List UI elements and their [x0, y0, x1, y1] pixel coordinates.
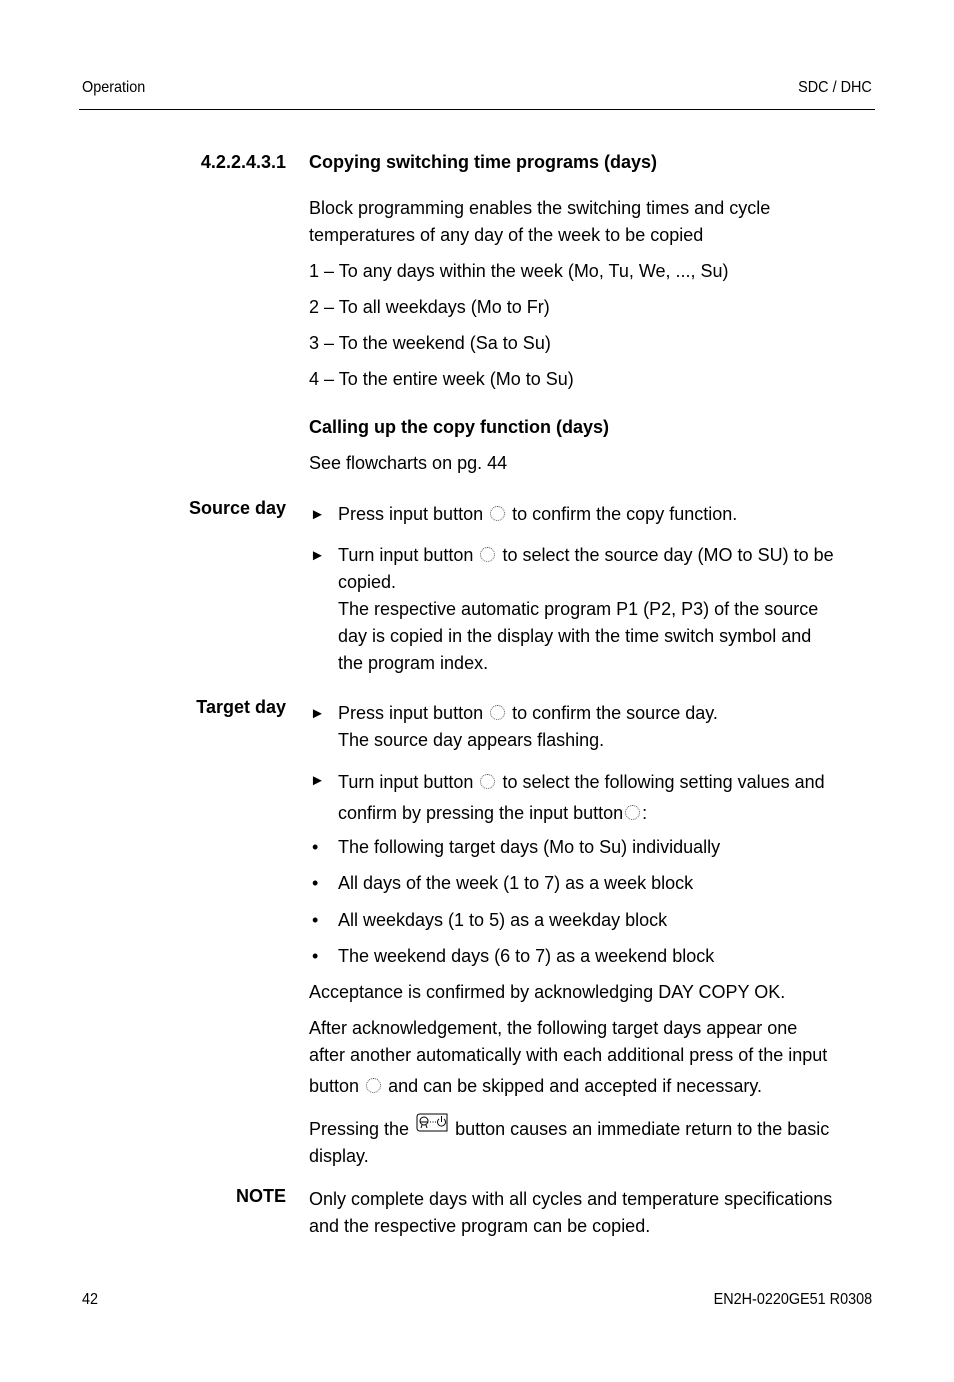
- source-step-1: Press input button to confirm the copy f…: [338, 504, 738, 524]
- intro-line: Block programming enables the switching …: [309, 198, 771, 218]
- header-rule: [79, 109, 875, 110]
- source-day-label: Source day: [188, 498, 286, 518]
- input-knob-icon: [490, 506, 506, 521]
- source-step-2: Turn input button to select the source d…: [338, 545, 834, 673]
- target-option: All weekdays (1 to 5) as a weekday block: [338, 910, 668, 930]
- arrow-icon: ►: [310, 772, 325, 789]
- header-left: Operation: [82, 79, 146, 96]
- calling-heading: Calling up the copy function (days): [309, 417, 610, 437]
- bullet-icon: •: [312, 910, 319, 930]
- bullet-icon: •: [312, 873, 319, 893]
- arrow-icon: ►: [310, 705, 325, 722]
- home-return-button-icon: [416, 1113, 448, 1141]
- target-step-2: Turn input button to select the followin…: [338, 772, 825, 823]
- header-right: SDC / DHC: [798, 79, 872, 96]
- option-2: 2 – To all weekdays (Mo to Fr): [309, 297, 550, 317]
- page-number: 42: [82, 1291, 99, 1308]
- arrow-icon: ►: [310, 506, 325, 523]
- arrow-icon: ►: [310, 547, 325, 564]
- intro-line: temperatures of any day of the week to b…: [309, 225, 704, 245]
- option-1: 1 – To any days within the week (Mo, Tu,…: [309, 261, 729, 281]
- acceptance-text: Acceptance is confirmed by acknowledging…: [309, 982, 786, 1002]
- input-knob-icon: [480, 774, 496, 789]
- option-3: 3 – To the weekend (Sa to Su): [309, 333, 551, 353]
- option-4: 4 – To the entire week (Mo to Su): [309, 369, 574, 389]
- calling-text: See flowcharts on pg. 44: [309, 453, 508, 473]
- pressing-paragraph: Pressing the button causes an immediate …: [309, 1113, 879, 1170]
- note-text: Only complete days with all cycles and t…: [309, 1189, 833, 1236]
- section-title: Copying switching time programs (days): [309, 152, 658, 172]
- intro-paragraph: Block programming enables the switching …: [309, 195, 879, 249]
- document-id: EN2H-0220GE51 R0308: [713, 1291, 872, 1308]
- after-ack-paragraph: After acknowledgement, the following tar…: [309, 1018, 828, 1096]
- input-knob-icon: [490, 705, 506, 720]
- section-number: 4.2.2.4.3.1: [200, 152, 286, 172]
- target-day-label: Target day: [196, 697, 286, 717]
- target-option: The following target days (Mo to Su) ind…: [338, 837, 721, 857]
- note-label: NOTE: [235, 1186, 286, 1206]
- target-step-1: Press input button to confirm the source…: [338, 703, 718, 750]
- input-knob-icon: [366, 1078, 382, 1093]
- bullet-icon: •: [312, 946, 319, 966]
- bullet-icon: •: [312, 837, 319, 857]
- target-option: All days of the week (1 to 7) as a week …: [338, 873, 694, 893]
- input-knob-icon: [480, 547, 496, 562]
- input-knob-icon: [625, 805, 641, 820]
- target-option: The weekend days (6 to 7) as a weekend b…: [338, 946, 715, 966]
